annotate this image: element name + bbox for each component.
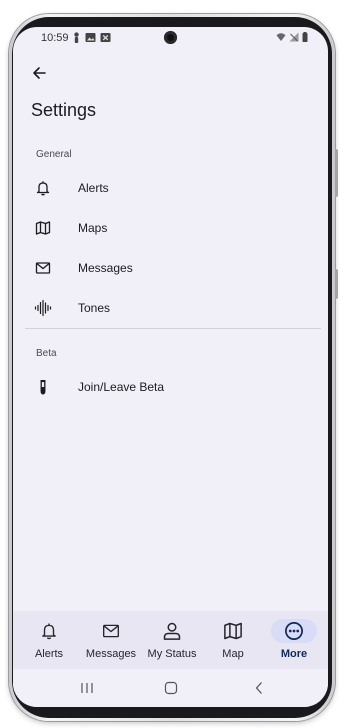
settings-item-label: Join/Leave Beta [78,380,165,394]
waveform-icon [34,299,52,317]
signal-icon [289,32,299,42]
nav-label: More [280,648,308,660]
recents-button[interactable] [77,677,97,699]
wifi-icon [276,33,286,41]
app-bar [13,57,328,87]
chevron-left-icon [255,682,262,694]
power-button [335,269,338,299]
nav-label: Messages [85,648,137,660]
status-system-icons [276,32,308,42]
more-horizontal-circle-icon [271,619,317,643]
nav-item-map[interactable]: Map [202,611,264,669]
person-icon [149,619,195,643]
settings-item-maps[interactable]: Maps [13,209,328,247]
mail-icon [88,619,134,643]
bell-icon [34,179,52,197]
nav-item-messages[interactable]: Messages [80,611,142,669]
nav-item-more[interactable]: More [263,611,325,669]
settings-item-label: Alerts [78,181,109,195]
mail-icon [34,259,52,277]
settings-item-label: Tones [78,301,111,315]
system-back-button[interactable] [249,677,269,699]
front-camera [164,31,177,44]
section-divider [25,328,321,329]
status-notification-icons [72,32,111,43]
nav-label: Alerts [34,648,64,660]
section-header-general: General [36,149,72,160]
back-button[interactable] [27,61,51,85]
home-icon [164,681,178,695]
home-button[interactable] [161,677,181,699]
settings-item-join-leave-beta[interactable]: Join/Leave Beta [13,368,328,406]
settings-item-messages[interactable]: Messages [13,249,328,287]
screen: 10:59 Settings General Alerts Maps Messa… [13,27,328,707]
notification-image-icon [85,33,96,42]
notification-person-icon [74,32,79,43]
section-header-beta: Beta [36,348,57,359]
settings-item-label: Maps [78,221,108,235]
nav-item-my-status[interactable]: My Status [141,611,203,669]
status-time: 10:59 [41,32,69,44]
arrow-left-icon [33,67,46,79]
notification-close-box-icon [100,33,111,42]
status-bar: 10:59 [13,27,328,49]
settings-item-alerts[interactable]: Alerts [13,169,328,207]
nav-item-alerts[interactable]: Alerts [18,611,80,669]
system-navigation-bar [13,669,328,707]
settings-item-tones[interactable]: Tones [13,289,328,327]
bell-icon [26,619,72,643]
recents-icon [81,683,93,693]
settings-item-label: Messages [78,261,133,275]
test-tube-icon [34,378,52,396]
map-icon [210,619,256,643]
nav-label: My Status [147,648,197,660]
nav-label: Map [222,648,244,660]
volume-button [335,149,338,197]
map-icon [34,219,52,237]
page-title: Settings [31,100,97,120]
battery-icon [302,32,308,42]
bottom-navigation: Alerts Messages My Status Map More [13,611,328,669]
